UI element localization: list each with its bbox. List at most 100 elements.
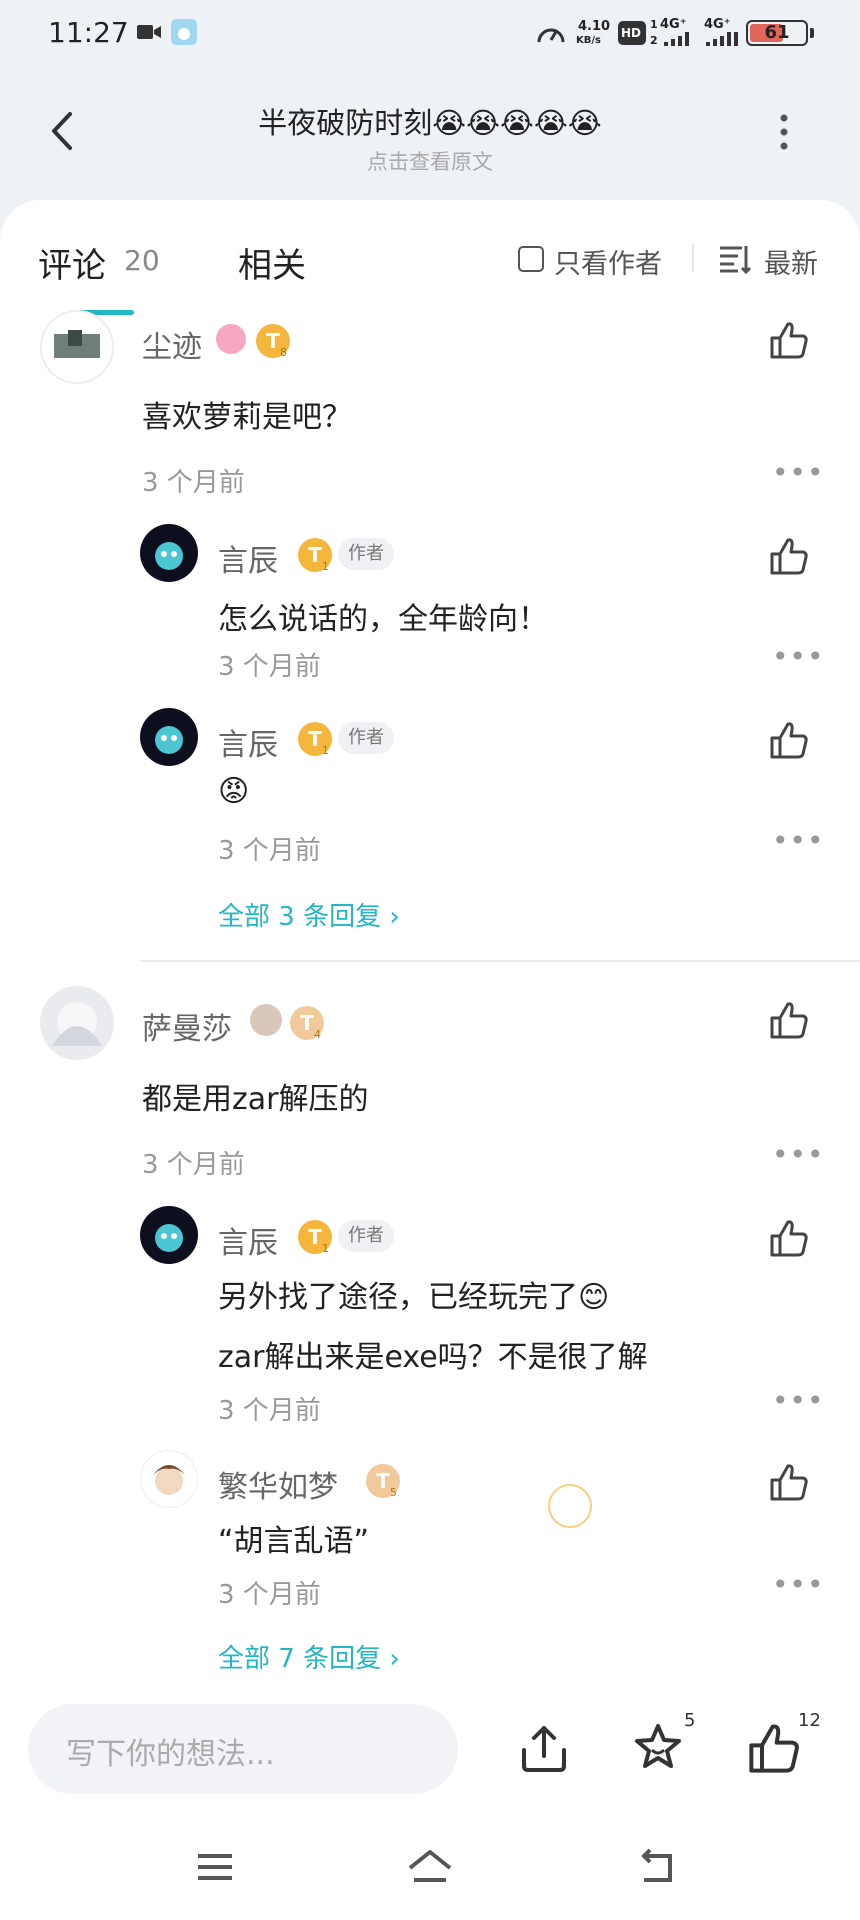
favorite-star-icon[interactable] [630, 1720, 686, 1776]
author-only-label[interactable]: 只看作者 [554, 242, 662, 281]
comment-username[interactable]: 尘迹 [142, 322, 202, 366]
video-camera-icon [137, 25, 161, 39]
battery-level: 61 [764, 22, 790, 43]
network-type-2: 4G⁺ [704, 17, 731, 32]
reply-text: “胡言乱语” [218, 1524, 370, 1559]
bottom-action-bar: 写下你的想法... 5 12 [0, 1680, 860, 1920]
comment-text: 喜欢萝莉是吧？ [142, 400, 352, 435]
like-icon[interactable] [768, 720, 810, 760]
app-notification-icon [171, 19, 197, 45]
avatar[interactable] [40, 986, 114, 1060]
reply-more-icon[interactable]: ••• [772, 1568, 825, 1601]
view-original-link[interactable]: 点击查看原文 [0, 146, 860, 176]
status-bar: 11:27 4.10 KB/s HD 1 2 4G⁺ 4G⁺ 61 [0, 0, 860, 66]
comments-panel: 评论 20 相关 只看作者 最新 尘迹 T 8 喜欢萝莉是吧？ 3 个月前 ••… [0, 200, 860, 1680]
share-icon[interactable] [518, 1722, 570, 1776]
user-emblem-icon [216, 324, 246, 354]
back-nav-icon[interactable] [636, 1848, 678, 1884]
signal-icon-2 [706, 32, 738, 46]
reply-text-line2: zar解出来是exe吗？不是很了解 [218, 1340, 648, 1375]
avatar[interactable] [140, 708, 198, 766]
comment-input[interactable]: 写下你的想法... [28, 1704, 458, 1794]
comment-divider [140, 960, 860, 962]
like-icon[interactable] [768, 536, 810, 576]
level-badge-number: 1 [322, 560, 329, 573]
level-badge-number: 8 [280, 346, 287, 359]
avatar-image [155, 542, 183, 570]
user-emblem-icon [250, 1004, 282, 1036]
author-only-checkbox[interactable] [518, 246, 544, 272]
avatar[interactable] [140, 524, 198, 582]
avatar[interactable] [140, 1206, 198, 1264]
like-count: 12 [798, 1710, 821, 1731]
level-badge-number: 5 [390, 1486, 397, 1499]
level-badge-number: 1 [322, 744, 329, 757]
page-title[interactable]: 半夜破防时刻😭😭😭😭😭 [0, 100, 860, 142]
comment-time: 3 个月前 [142, 1150, 245, 1180]
reply-text: 😡 [218, 774, 250, 809]
view-all-replies-link[interactable]: 全部 3 条回复 › [218, 896, 400, 933]
avatar-image [155, 1224, 183, 1252]
net-speed-unit: KB/s [576, 35, 601, 46]
network-type-1: 4G⁺ [660, 17, 687, 32]
reply-time: 3 个月前 [218, 836, 321, 866]
comment-input-placeholder: 写下你的想法... [66, 1737, 275, 1772]
status-time: 11:27 [48, 16, 129, 49]
level-badge-number: 4 [314, 1028, 321, 1041]
hd-sup: 1 [650, 18, 658, 31]
more-menu-icon[interactable] [772, 110, 796, 154]
signal-icon-1 [664, 32, 689, 46]
home-icon[interactable] [406, 1848, 454, 1884]
speedometer-icon [537, 28, 565, 43]
menu-icon[interactable] [196, 1852, 234, 1882]
comment-username[interactable]: 萨曼莎 [142, 1004, 232, 1048]
tab-comments-count: 20 [124, 244, 160, 277]
comment-more-icon[interactable]: ••• [772, 1138, 825, 1171]
tab-comments[interactable]: 评论 [38, 238, 106, 287]
author-tag: 作者 [338, 538, 394, 570]
battery-cap [810, 28, 814, 38]
net-speed: 4.10 [578, 19, 611, 34]
reply-time: 3 个月前 [218, 1396, 321, 1426]
reply-text: 怎么说话的，全年龄向！ [218, 602, 548, 637]
favorite-count: 5 [684, 1710, 696, 1731]
reply-more-icon[interactable]: ••• [772, 824, 825, 857]
avatar-image [54, 330, 100, 358]
reply-more-icon[interactable]: ••• [772, 640, 825, 673]
filter-divider [692, 244, 694, 272]
reply-text: 另外找了途径，已经玩完了😊 [218, 1280, 610, 1315]
avatar-image [153, 1465, 185, 1495]
reply-time: 3 个月前 [218, 652, 321, 682]
hd-sub: 2 [650, 34, 658, 47]
author-tag: 作者 [338, 722, 394, 754]
avatar[interactable] [140, 1450, 198, 1508]
sort-icon[interactable] [718, 244, 752, 274]
comment-time: 3 个月前 [142, 468, 245, 498]
view-all-replies-link[interactable]: 全部 7 条回复 › [218, 1638, 400, 1675]
reply-username[interactable]: 繁华如梦 [218, 1462, 338, 1506]
comment-more-icon[interactable]: ••• [772, 456, 825, 489]
reply-username[interactable]: 言辰 [218, 536, 278, 580]
avatar-image [155, 726, 183, 754]
floating-touch-indicator [548, 1484, 592, 1528]
like-icon[interactable] [768, 1462, 810, 1502]
avatar[interactable] [40, 310, 114, 384]
header: 半夜破防时刻😭😭😭😭😭 点击查看原文 [0, 66, 860, 196]
level-badge-number: 1 [322, 1242, 329, 1255]
hd-label: HD [621, 26, 642, 40]
author-tag: 作者 [338, 1220, 394, 1252]
hd-icon: HD [618, 21, 646, 45]
battery-icon: 61 [746, 20, 808, 46]
comment-text: 都是用zar解压的 [142, 1082, 369, 1117]
like-icon[interactable] [768, 1218, 810, 1258]
tab-related[interactable]: 相关 [238, 238, 306, 287]
reply-username[interactable]: 言辰 [218, 1218, 278, 1262]
like-icon[interactable] [746, 1720, 802, 1776]
avatar-image [52, 1002, 102, 1046]
like-icon[interactable] [768, 1000, 810, 1040]
sort-latest[interactable]: 最新 [764, 242, 818, 281]
reply-time: 3 个月前 [218, 1580, 321, 1610]
reply-username[interactable]: 言辰 [218, 720, 278, 764]
reply-more-icon[interactable]: ••• [772, 1384, 825, 1417]
like-icon[interactable] [768, 320, 810, 360]
